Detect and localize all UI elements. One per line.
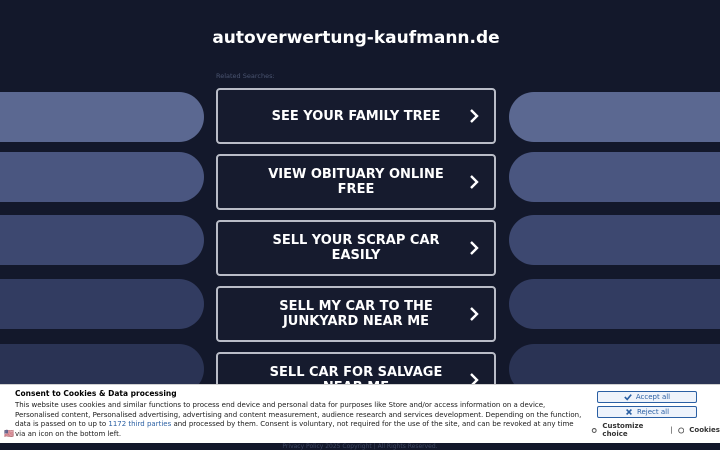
cookies-link[interactable]: Cookies (689, 426, 720, 434)
related-link-label: SEE YOUR FAMILY TREE (271, 108, 441, 124)
accept-all-label: Accept all (635, 393, 671, 401)
consent-secondary-links: Customize choice | Cookies (591, 422, 720, 438)
decor-pill (0, 92, 204, 142)
decor-pill (509, 152, 720, 202)
related-links-list: SEE YOUR FAMILY TREE VIEW OBITUARY ONLIN… (216, 88, 496, 418)
cookie-consent-banner: Consent to Cookies & Data processing Thi… (0, 384, 720, 443)
chevron-right-icon (470, 175, 479, 189)
settings-icon (591, 427, 597, 433)
related-link[interactable]: SEE YOUR FAMILY TREE (216, 88, 496, 144)
decor-pill (509, 215, 720, 265)
decor-pill (0, 215, 204, 265)
related-link[interactable]: SELL MY CAR TO THE JUNKYARD NEAR ME (216, 286, 496, 342)
footer: Privacy Policy 2025 Copyright | All Righ… (0, 443, 720, 450)
chevron-right-icon (470, 109, 479, 123)
reject-all-button[interactable]: Reject all (597, 406, 697, 418)
reject-all-label: Reject all (636, 408, 670, 416)
accept-all-button[interactable]: Accept all (597, 391, 697, 403)
chevron-right-icon (470, 307, 479, 321)
related-link[interactable]: VIEW OBITUARY ONLINE FREE (216, 154, 496, 210)
related-searches-label: Related Searches: (216, 72, 275, 80)
check-icon (624, 394, 632, 401)
chevron-right-icon (470, 241, 479, 255)
decor-pill (509, 92, 720, 142)
consent-text: This website uses cookies and similar fu… (15, 401, 585, 439)
cookie-icon (678, 426, 685, 434)
separator: | (670, 426, 673, 434)
flag-icon[interactable]: 🇺🇸 (4, 429, 14, 438)
third-parties-link[interactable]: 1172 third parties (108, 420, 171, 428)
related-link-label: SELL MY CAR TO THE JUNKYARD NEAR ME (279, 299, 433, 329)
x-icon (625, 409, 632, 415)
related-link-label: SELL YOUR SCRAP CAR EASILY (272, 233, 440, 263)
privacy-policy-link[interactable]: Privacy Policy (282, 443, 323, 450)
consent-title: Consent to Cookies & Data processing (15, 389, 177, 398)
decor-pill (509, 279, 720, 329)
customize-choice-link[interactable]: Customize choice (602, 422, 665, 438)
related-link[interactable]: SELL YOUR SCRAP CAR EASILY (216, 220, 496, 276)
site-title: autoverwertung-kaufmann.de (212, 28, 500, 48)
copyright-text: 2025 Copyright | All Rights Reserved. (325, 443, 438, 450)
decor-pill (0, 279, 204, 329)
decor-pill (0, 152, 204, 202)
related-link-label: VIEW OBITUARY ONLINE FREE (268, 167, 444, 197)
